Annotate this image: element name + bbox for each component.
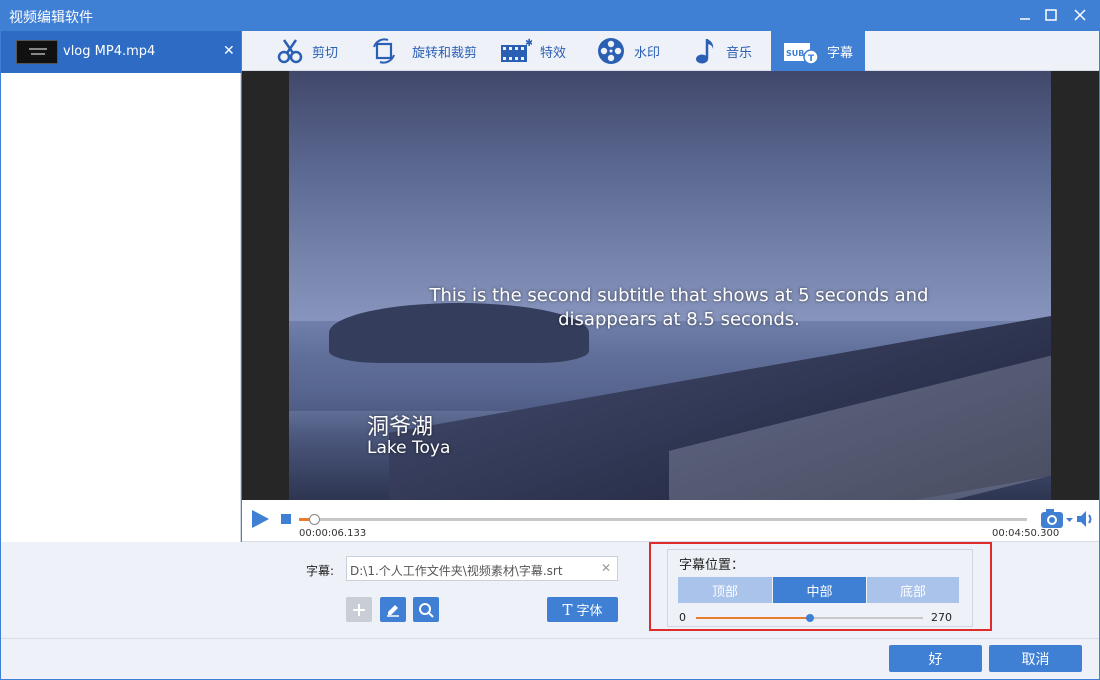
video-frame: This is the second subtitle that shows a… (289, 71, 1051, 500)
video-preview-area: This is the second subtitle that shows a… (242, 71, 1099, 500)
font-icon: T (562, 600, 573, 619)
tab-rotate-crop[interactable]: 旋转和裁剪 (370, 31, 495, 71)
screenshot-button[interactable] (1040, 508, 1074, 534)
window-title: 视频编辑软件 (9, 10, 93, 26)
position-slider[interactable] (696, 614, 923, 622)
progress-bar[interactable] (299, 514, 1027, 525)
search-subtitle-button[interactable] (413, 597, 439, 622)
position-bottom-option[interactable]: 底部 (867, 577, 959, 603)
position-middle-option[interactable]: 中部 (773, 577, 866, 603)
play-icon (252, 510, 269, 528)
tab-label: 剪切 (312, 45, 339, 61)
subtitle-file-label: 字幕: (306, 564, 335, 578)
slider-max-label: 270 (931, 611, 952, 624)
subtitle-icon: SUB T (784, 43, 819, 65)
search-icon (419, 602, 434, 618)
watermark-chinese-text: 洞爷湖 (367, 415, 434, 440)
rotate-crop-icon (373, 38, 395, 64)
slider-handle[interactable] (805, 614, 814, 622)
svg-text:SUB: SUB (786, 49, 804, 58)
tab-effects[interactable]: ✱ 特效 (500, 31, 580, 71)
tab-label: 旋转和裁剪 (412, 45, 478, 61)
minimize-icon (1020, 18, 1030, 20)
svg-text:T: T (808, 54, 815, 64)
subtitle-overlay-text: This is the second subtitle that shows a… (429, 285, 929, 330)
scissors-icon (277, 39, 303, 64)
file-list-item[interactable]: vlog MP4.mp4 ✕ (1, 31, 241, 73)
stop-button[interactable] (281, 514, 291, 524)
tab-label: 字幕 (827, 45, 854, 61)
cancel-button[interactable]: 取消 (989, 645, 1082, 672)
edit-tab-bar: 剪切 旋转和裁剪 ✱ 特效 水印 音乐 SUB T 字幕 (242, 31, 1099, 71)
tab-label: 水印 (634, 45, 661, 61)
subtitle-settings-panel: 字幕: D:\1.个人工作文件夹\视频素材\字幕.srt ✕ T 字体 字幕位置… (1, 542, 1099, 638)
font-button-label: 字体 (576, 604, 603, 619)
close-window-button[interactable] (1068, 4, 1092, 26)
file-list-sidebar: vlog MP4.mp4 ✕ (1, 31, 241, 542)
subtitle-position-title: 字幕位置： (679, 558, 745, 573)
volume-button[interactable] (1076, 510, 1096, 532)
slider-fill (696, 617, 810, 619)
tab-music[interactable]: 音乐 (692, 31, 772, 71)
file-name: vlog MP4.mp4 (63, 44, 156, 59)
music-note-icon (696, 39, 714, 64)
slider-min-label: 0 (679, 611, 686, 624)
watermark-english-text: Lake Toya (367, 438, 451, 458)
edit-subtitle-button[interactable] (380, 597, 406, 622)
title-bar: 视频编辑软件 (0, 0, 1100, 31)
watermark-reel-icon (598, 38, 624, 64)
tab-subtitles[interactable]: SUB T 字幕 (771, 31, 865, 71)
video-thumbnail (16, 40, 58, 64)
pencil-icon (387, 604, 399, 617)
volume-icon (1077, 511, 1092, 527)
svg-text:✱: ✱ (525, 38, 532, 49)
close-icon (1074, 9, 1086, 21)
add-subtitle-button[interactable] (346, 597, 372, 622)
dialog-footer: 好 取消 (1, 638, 1099, 679)
clear-subtitle-button[interactable]: ✕ (601, 561, 611, 575)
maximize-icon (1045, 9, 1057, 21)
maximize-button[interactable] (1039, 4, 1063, 26)
minimize-button[interactable] (1013, 4, 1037, 26)
remove-file-button[interactable]: ✕ (223, 43, 235, 59)
current-time: 00:00:06.133 (299, 528, 367, 539)
camera-icon (1041, 509, 1073, 528)
effects-film-icon: ✱ (501, 38, 532, 62)
font-settings-button[interactable]: T 字体 (547, 597, 618, 622)
plus-icon (353, 603, 365, 616)
position-top-option[interactable]: 顶部 (678, 577, 772, 603)
tab-label: 音乐 (726, 45, 753, 61)
tab-watermark[interactable]: 水印 (596, 31, 676, 71)
play-button[interactable] (249, 508, 271, 534)
tab-label: 特效 (540, 45, 567, 61)
progress-handle[interactable] (309, 514, 321, 525)
ok-button[interactable]: 好 (889, 645, 982, 672)
player-controls: 00:00:06.133 00:04:50.300 (242, 500, 1099, 542)
subtitle-file-path-field[interactable]: D:\1.个人工作文件夹\视频素材\字幕.srt (346, 556, 618, 581)
